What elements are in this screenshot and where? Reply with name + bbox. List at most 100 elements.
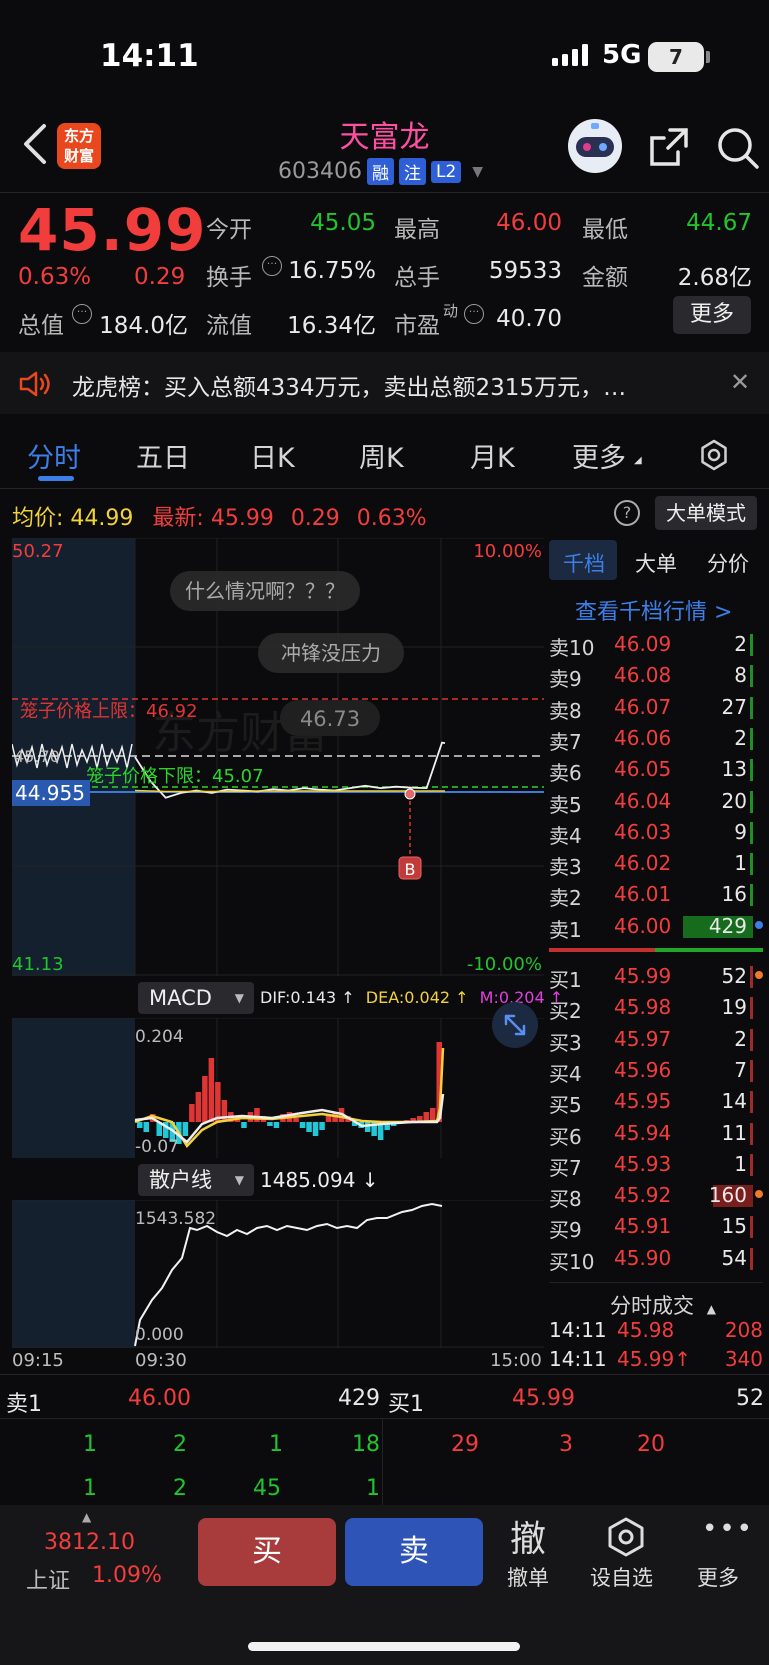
tab-weekly-k[interactable]: 周K — [359, 436, 404, 475]
ask-row: 卖7 46.06 2 — [549, 722, 763, 754]
more-dots-icon[interactable]: ••• — [702, 1514, 754, 1544]
volume-bar — [750, 997, 753, 1020]
ask-vol: 1 — [734, 851, 747, 876]
gear-icon[interactable] — [697, 438, 731, 472]
ask-vol: 13 — [721, 757, 747, 782]
bid-price: 45.91 — [614, 1214, 672, 1239]
robot-assistant-icon[interactable] — [566, 117, 624, 175]
index-percent[interactable]: 1.09% — [92, 1563, 162, 1588]
retail-bottom: 0.000 — [135, 1325, 184, 1345]
bid-label: 买10 — [549, 1249, 595, 1274]
tab-big-order[interactable]: 大单 — [635, 548, 677, 578]
intraday-chart[interactable]: 东方财富 B 什么情况啊？？？ 冲锋没压力 46.73 50.27 41.13 … — [12, 538, 544, 976]
tab-depth[interactable]: 千档 — [563, 548, 605, 578]
more-label[interactable]: 更多 — [697, 1562, 739, 1592]
bid-vol: 54 — [721, 1245, 747, 1270]
bid-row: 买10 45.90 54 — [549, 1242, 763, 1274]
info-dots-icon[interactable]: ··· — [464, 304, 484, 324]
tab-price-dist[interactable]: 分价 — [707, 548, 749, 578]
ask-price: 46.07 — [614, 694, 672, 719]
ask-queue: 1 — [269, 1432, 283, 1457]
more-button[interactable]: 更多 — [673, 296, 751, 334]
add-watchlist-label[interactable]: 设自选 — [590, 1562, 653, 1592]
tab-five-day[interactable]: 五日 — [136, 436, 190, 475]
bid-row: 买1 45.99 52 — [549, 960, 763, 992]
volume-value: 59533 — [488, 258, 562, 284]
ask-row: 卖6 46.05 13 — [549, 753, 763, 785]
high-value: 46.00 — [496, 210, 562, 236]
info-dots-icon[interactable]: ··· — [262, 256, 282, 276]
ask-vol: 20 — [721, 788, 747, 813]
bid-queue: 29 — [451, 1432, 479, 1457]
status-time: 14:11 — [100, 38, 199, 74]
ask-label: 卖4 — [549, 823, 582, 848]
last-change: 0.29 — [290, 506, 340, 531]
retail-line-selector[interactable]: 散户线 ▼ — [138, 1164, 254, 1196]
pe-value: 40.70 — [496, 306, 562, 332]
stock-code-row[interactable]: 603406 融 注 L2 ▼ — [278, 158, 483, 185]
ask-queue: 1 — [83, 1476, 97, 1501]
volume-bar — [750, 727, 753, 750]
macd-bar — [325, 1116, 332, 1122]
chevron-down-icon: ▼ — [472, 163, 484, 180]
sell-button[interactable]: 卖 — [345, 1518, 483, 1586]
tab-intraday[interactable]: 分时 — [27, 436, 81, 475]
tick-vol: 208 — [724, 1318, 763, 1342]
macd-bar — [267, 1122, 273, 1126]
ask-row: 卖4 46.03 9 — [549, 816, 763, 848]
cancel-order-label[interactable]: 撤单 — [507, 1562, 549, 1592]
caret-down-icon: ▼ — [234, 991, 244, 1005]
bid-row: 买7 45.93 1 — [549, 1148, 763, 1180]
volume-bar — [750, 665, 753, 688]
comment-1: 什么情况啊？？？ — [185, 579, 345, 603]
volume-bar — [750, 759, 753, 782]
ticks-title[interactable]: 分时成交 ▲ — [610, 1290, 716, 1320]
notice-text: 龙虎榜：买入总额4334万元，卖出总额2315万元，… — [72, 375, 627, 401]
ask-vol: 9 — [734, 819, 747, 844]
macd-bar — [364, 1122, 371, 1132]
info-dots-icon[interactable]: ··· — [72, 304, 92, 324]
comment-2: 冲锋没压力 — [281, 641, 381, 665]
help-icon[interactable]: ? — [614, 500, 640, 526]
tab-more[interactable]: 更多 — [572, 436, 626, 475]
retail-top: 1543.582 — [135, 1209, 216, 1229]
macd-bar — [319, 1122, 325, 1130]
tab-daily-k[interactable]: 日K — [250, 436, 295, 475]
big-order-mode-button[interactable]: 大单模式 — [655, 496, 757, 530]
tag-margin: 融 — [366, 158, 394, 185]
macd-bar — [143, 1122, 149, 1132]
divider — [549, 1282, 763, 1283]
bid-vol: 19 — [721, 995, 747, 1020]
ticks-title-text: 分时成交 — [610, 1294, 694, 1318]
macd-selector[interactable]: MACD ▼ — [138, 982, 254, 1014]
close-icon[interactable]: ✕ — [730, 368, 750, 396]
cancel-order-icon[interactable]: 撤 — [510, 1510, 546, 1562]
index-name[interactable]: 上证 — [26, 1563, 70, 1595]
caret-down-icon: ▼ — [234, 1173, 244, 1187]
bottom-pct-label: -10.00% — [467, 954, 542, 975]
buy-marker-text: B — [405, 860, 416, 879]
bid-price: 45.95 — [614, 1089, 672, 1114]
macd-bar — [137, 1122, 143, 1128]
ask-price: 46.08 — [614, 663, 672, 688]
retail-line-chart[interactable]: 1543.582 0.000 — [12, 1200, 544, 1348]
tick-vol: 340 — [724, 1347, 763, 1371]
tab-monthly-k[interactable]: 月K — [470, 436, 515, 475]
macd-chart[interactable]: 0.204 -0.07 — [12, 1018, 544, 1158]
volume-bar — [750, 1216, 753, 1239]
bid-label: 买8 — [549, 1187, 582, 1212]
high-label: 最高 — [394, 217, 440, 243]
search-icon[interactable] — [716, 126, 760, 170]
avg-price-line — [134, 789, 445, 793]
expand-icon[interactable] — [492, 1002, 538, 1048]
share-icon[interactable] — [648, 126, 690, 168]
mcap-value: 184.0亿 — [99, 313, 188, 339]
buy-button[interactable]: 买 — [198, 1518, 336, 1586]
view-depth-link[interactable]: 查看千档行情 > — [575, 594, 732, 626]
bid-row: 买9 45.91 15 — [549, 1210, 763, 1242]
index-value[interactable]: 3812.10 — [44, 1530, 135, 1555]
ask-price: 46.00 — [614, 913, 672, 938]
ask-label: 卖8 — [549, 698, 582, 723]
open-value: 45.05 — [310, 210, 376, 236]
add-watchlist-icon[interactable] — [605, 1516, 647, 1558]
